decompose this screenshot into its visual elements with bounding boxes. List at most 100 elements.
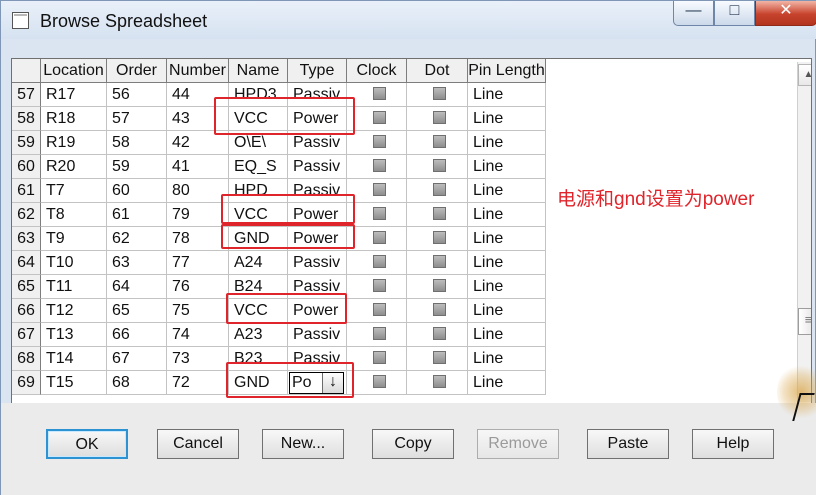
number-cell[interactable]: 77	[167, 251, 229, 275]
type-cell[interactable]: Passiv	[288, 251, 347, 275]
location-cell[interactable]: T14	[41, 347, 107, 371]
pin-length-cell[interactable]: Line	[468, 347, 546, 371]
location-cell[interactable]: T11	[41, 275, 107, 299]
clock-checkbox-icon[interactable]	[372, 327, 386, 340]
location-cell[interactable]: R18	[41, 107, 107, 131]
number-cell[interactable]: 76	[167, 275, 229, 299]
clock-cell[interactable]	[347, 299, 407, 323]
clock-checkbox-icon[interactable]	[372, 231, 386, 244]
number-cell[interactable]: 75	[167, 299, 229, 323]
order-cell[interactable]: 59	[107, 155, 167, 179]
location-cell[interactable]: T9	[41, 227, 107, 251]
order-cell[interactable]: 58	[107, 131, 167, 155]
scroll-thumb-icon[interactable]: ≡	[798, 308, 811, 335]
clock-checkbox-icon[interactable]	[372, 279, 386, 292]
order-cell[interactable]: 61	[107, 203, 167, 227]
new-button[interactable]: New...	[262, 429, 344, 459]
order-cell[interactable]: 68	[107, 371, 167, 395]
clock-cell[interactable]	[347, 203, 407, 227]
clock-cell[interactable]	[347, 251, 407, 275]
number-cell[interactable]: 41	[167, 155, 229, 179]
dot-checkbox-icon[interactable]	[433, 159, 446, 172]
pin-length-cell[interactable]: Line	[468, 203, 546, 227]
number-cell[interactable]: 73	[167, 347, 229, 371]
order-cell[interactable]: 62	[107, 227, 167, 251]
pin-length-cell[interactable]: Line	[468, 227, 546, 251]
column-header-pin-length[interactable]: Pin Length	[468, 59, 546, 83]
clock-cell[interactable]	[347, 83, 407, 107]
dot-cell[interactable]	[407, 107, 468, 131]
type-cell[interactable]: Passiv	[288, 323, 347, 347]
clock-checkbox-icon[interactable]	[372, 183, 386, 196]
dot-checkbox-icon[interactable]	[433, 183, 446, 196]
pin-length-cell[interactable]: Line	[468, 371, 546, 395]
number-cell[interactable]: 80	[167, 179, 229, 203]
location-cell[interactable]: R20	[41, 155, 107, 179]
pin-length-cell[interactable]: Line	[468, 155, 546, 179]
dot-cell[interactable]	[407, 155, 468, 179]
minimize-button[interactable]: —	[673, 1, 714, 26]
clock-cell[interactable]	[347, 131, 407, 155]
number-cell[interactable]: 72	[167, 371, 229, 395]
pin-length-cell[interactable]: Line	[468, 131, 546, 155]
number-cell[interactable]: 74	[167, 323, 229, 347]
dot-cell[interactable]	[407, 251, 468, 275]
dot-checkbox-icon[interactable]	[433, 231, 446, 244]
order-cell[interactable]: 60	[107, 179, 167, 203]
close-button[interactable]: ✕	[755, 1, 816, 26]
table-row[interactable]: 67 T13 66 74 A23 Passiv Line	[12, 323, 546, 347]
clock-checkbox-icon[interactable]	[372, 207, 386, 220]
order-cell[interactable]: 64	[107, 275, 167, 299]
clock-checkbox-icon[interactable]	[372, 111, 386, 124]
pin-length-cell[interactable]: Line	[468, 251, 546, 275]
maximize-button[interactable]: □	[714, 1, 755, 26]
table-row[interactable]: 64 T10 63 77 A24 Passiv Line	[12, 251, 546, 275]
ok-button[interactable]: OK	[46, 429, 128, 459]
dot-checkbox-icon[interactable]	[433, 207, 446, 220]
scroll-up-icon[interactable]: ▲	[798, 64, 811, 86]
dot-checkbox-icon[interactable]	[433, 135, 446, 148]
location-cell[interactable]: R19	[41, 131, 107, 155]
clock-cell[interactable]	[347, 179, 407, 203]
dot-cell[interactable]	[407, 83, 468, 107]
column-header-order[interactable]: Order	[107, 59, 167, 83]
column-header-number[interactable]: Number	[167, 59, 229, 83]
order-cell[interactable]: 67	[107, 347, 167, 371]
clock-checkbox-icon[interactable]	[372, 159, 386, 172]
number-cell[interactable]: 78	[167, 227, 229, 251]
location-cell[interactable]: T7	[41, 179, 107, 203]
dot-cell[interactable]	[407, 347, 468, 371]
pin-length-cell[interactable]: Line	[468, 275, 546, 299]
pin-length-cell[interactable]: Line	[468, 179, 546, 203]
name-cell[interactable]: A23	[229, 323, 288, 347]
column-header-dot[interactable]: Dot	[407, 59, 468, 83]
order-cell[interactable]: 57	[107, 107, 167, 131]
clock-checkbox-icon[interactable]	[372, 303, 386, 316]
pin-length-cell[interactable]: Line	[468, 323, 546, 347]
column-header-name[interactable]: Name	[229, 59, 288, 83]
vertical-scrollbar[interactable]: ▲ ≡	[797, 62, 811, 402]
location-cell[interactable]: T15	[41, 371, 107, 395]
clock-cell[interactable]	[347, 227, 407, 251]
location-cell[interactable]: T10	[41, 251, 107, 275]
paste-button[interactable]: Paste	[587, 429, 669, 459]
pin-length-cell[interactable]: Line	[468, 107, 546, 131]
dot-cell[interactable]	[407, 203, 468, 227]
order-cell[interactable]: 66	[107, 323, 167, 347]
order-cell[interactable]: 65	[107, 299, 167, 323]
dot-checkbox-icon[interactable]	[433, 327, 446, 340]
clock-checkbox-icon[interactable]	[372, 255, 386, 268]
dot-checkbox-icon[interactable]	[433, 303, 446, 316]
dot-checkbox-icon[interactable]	[433, 255, 446, 268]
clock-checkbox-icon[interactable]	[372, 375, 386, 388]
dot-checkbox-icon[interactable]	[433, 351, 446, 364]
clock-checkbox-icon[interactable]	[372, 135, 386, 148]
clock-cell[interactable]	[347, 155, 407, 179]
type-cell[interactable]: Passiv	[288, 155, 347, 179]
cancel-button[interactable]: Cancel	[157, 429, 239, 459]
dot-checkbox-icon[interactable]	[433, 279, 446, 292]
dot-cell[interactable]	[407, 131, 468, 155]
order-cell[interactable]: 63	[107, 251, 167, 275]
help-button[interactable]: Help	[692, 429, 774, 459]
location-cell[interactable]: R17	[41, 83, 107, 107]
